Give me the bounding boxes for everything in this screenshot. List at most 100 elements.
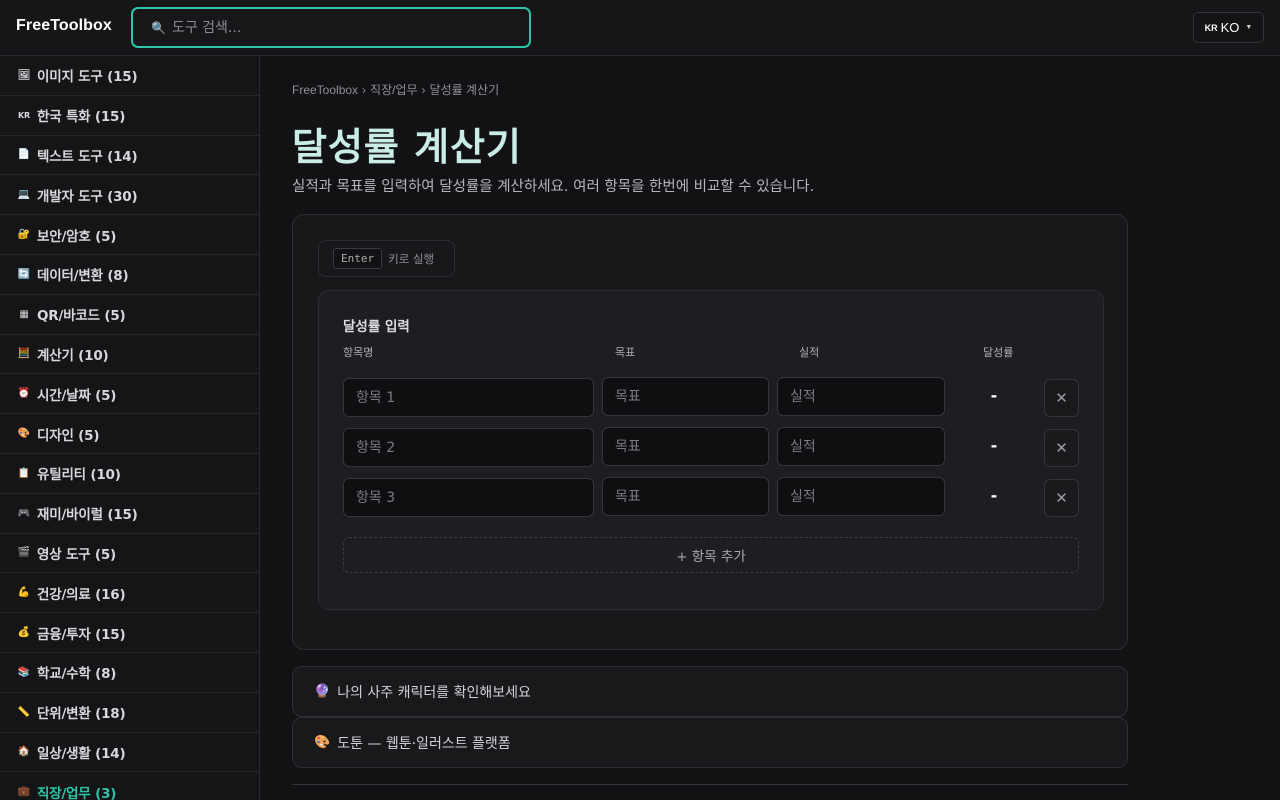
clipboard-icon: 📋 <box>17 467 31 479</box>
sidebar-item[interactable]: 💼 직장/업무 (3) <box>0 772 259 800</box>
target-input[interactable] <box>602 377 769 416</box>
calculator-icon: 🧮 <box>17 348 31 360</box>
add-row-button[interactable]: + 항목 추가 <box>343 537 1079 573</box>
moneybag-icon: 💰 <box>17 627 31 639</box>
sidebar-item[interactable]: 📋 유틸리티 (10) <box>0 454 259 494</box>
palette-icon: 🎨 <box>17 428 31 440</box>
image-icon: 🖼 <box>17 69 31 81</box>
divider <box>292 784 1128 785</box>
sidebar-item[interactable]: 🎬 영상 도구 (5) <box>0 534 259 574</box>
delete-row-button[interactable]: ✕ <box>1044 379 1079 417</box>
item-name-input[interactable] <box>343 478 594 517</box>
sidebar-item[interactable]: KR 한국 특화 (15) <box>0 96 259 136</box>
input-panel: 달성률 입력 항목명 목표 실적 달성률 - ✕ - ✕ - ✕ + 항목 추가 <box>318 290 1104 610</box>
language-selector[interactable]: KR KO ▼ <box>1193 12 1264 43</box>
column-header-rate: 달성률 <box>983 346 1014 359</box>
clock-icon: ⏰ <box>17 388 31 400</box>
sidebar-item-label: 계산기 (10) <box>37 347 109 364</box>
breadcrumb: FreeToolbox › 직장/업무 › 달성률 계산기 <box>292 81 499 98</box>
sidebar-item-label: 이미지 도구 (15) <box>37 69 138 86</box>
chevron-down-icon: ▼ <box>1245 24 1253 31</box>
sidebar-item[interactable]: 🖼 이미지 도구 (15) <box>0 56 259 96</box>
language-label: KO <box>1220 20 1240 35</box>
clapper-icon: 🎬 <box>17 547 31 559</box>
column-header-name: 항목명 <box>343 346 374 359</box>
kr-flag-icon: KR <box>1204 22 1218 33</box>
briefcase-icon: 💼 <box>17 786 31 798</box>
enter-key-hint: Enter 키로 실행 <box>318 240 455 277</box>
search-icon: 🔍 <box>151 20 166 35</box>
close-icon: ✕ <box>1055 439 1068 457</box>
sidebar-item[interactable]: 💻 개발자 도구 (30) <box>0 175 259 216</box>
sidebar-item[interactable]: 🏠 일상/생활 (14) <box>0 733 259 773</box>
sidebar-item[interactable]: 📄 텍스트 도구 (14) <box>0 136 259 176</box>
rate-value: - <box>990 436 998 455</box>
promo-banner-saju[interactable]: 🔮 나의 사주 캐릭터를 확인해보세요 <box>292 666 1128 717</box>
breadcrumb-home[interactable]: FreeToolbox <box>292 83 358 97</box>
page-description: 실적과 목표를 입력하여 달성률을 계산하세요. 여러 항목을 한번에 비교할 … <box>292 179 815 195</box>
item-name-input[interactable] <box>343 428 594 467</box>
sidebar-item[interactable]: 💪 건강/의료 (16) <box>0 573 259 614</box>
sidebar-item[interactable]: 📏 단위/변환 (18) <box>0 693 259 733</box>
sidebar-item-label: 보안/암호 (5) <box>37 228 117 245</box>
sidebar-item-label: 영상 도구 (5) <box>37 546 117 563</box>
category-sidebar: 🖼 이미지 도구 (15) KR 한국 특화 (15) 📄 텍스트 도구 (14) 💻 개발자… <box>0 56 260 800</box>
lock-icon: 🔐 <box>17 229 31 241</box>
promo-banner-dotoon[interactable]: 🎨 도툰 — 웹툰·일러스트 플랫폼 <box>292 717 1128 768</box>
actual-input[interactable] <box>777 377 945 416</box>
sidebar-item-label: 일상/생활 (14) <box>37 745 126 762</box>
sidebar-item-label: 학교/수학 (8) <box>37 666 117 683</box>
enter-hint-text: 키로 실행 <box>388 251 435 266</box>
sidebar-item-label: 단위/변환 (18) <box>37 706 126 723</box>
books-icon: 📚 <box>17 666 31 678</box>
sidebar-item-label: 디자인 (5) <box>37 427 100 444</box>
delete-row-button[interactable]: ✕ <box>1044 429 1079 467</box>
enter-key: Enter <box>333 248 383 269</box>
sidebar-item[interactable]: 🧮 계산기 (10) <box>0 335 259 375</box>
close-icon: ✕ <box>1055 389 1068 407</box>
breadcrumb-separator: › <box>421 83 426 97</box>
target-input[interactable] <box>602 427 769 466</box>
sidebar-item-label: 유틸리티 (10) <box>37 467 121 484</box>
sidebar-item[interactable]: ▦ QR/바코드 (5) <box>0 295 259 335</box>
sidebar-item-label: QR/바코드 (5) <box>37 308 126 325</box>
item-name-input[interactable] <box>343 378 594 417</box>
search-input[interactable] <box>171 19 502 36</box>
sidebar-item-label: 개발자 도구 (30) <box>37 188 138 205</box>
sidebar-item[interactable]: 💰 금융/투자 (15) <box>0 613 259 653</box>
sidebar-item[interactable]: 🎮 재미/바이럴 (15) <box>0 494 259 534</box>
ruler-icon: 📏 <box>17 706 31 718</box>
panel-title: 달성률 입력 <box>343 319 410 335</box>
sidebar-item-label: 시간/날짜 (5) <box>37 387 117 404</box>
actual-input[interactable] <box>777 477 945 516</box>
sidebar-item-label: 재미/바이럴 (15) <box>37 507 138 524</box>
refresh-icon: 🔄 <box>17 268 31 280</box>
document-icon: 📄 <box>17 149 31 161</box>
kr-flag-icon: KR <box>18 110 30 120</box>
sidebar-item-label: 데이터/변환 (8) <box>37 268 129 285</box>
sidebar-item[interactable]: ⏰ 시간/날짜 (5) <box>0 374 259 415</box>
fortune-teller-icon: 🔮 <box>314 684 331 699</box>
breadcrumb-category[interactable]: 직장/업무 <box>370 83 418 97</box>
breadcrumb-separator: › <box>362 83 367 97</box>
column-header-target: 목표 <box>615 346 636 359</box>
sidebar-item[interactable]: 🔐 보안/암호 (5) <box>0 215 259 255</box>
target-input[interactable] <box>602 477 769 516</box>
qr-icon: ▦ <box>19 308 29 320</box>
page-title: 달성률 계산기 <box>292 125 522 169</box>
site-logo[interactable]: FreeToolbox <box>16 17 112 35</box>
sidebar-item[interactable]: 📚 학교/수학 (8) <box>0 653 259 693</box>
sidebar-item-label: 건강/의료 (16) <box>37 586 126 603</box>
search-box[interactable]: 🔍 <box>131 7 531 48</box>
sidebar-item-label: 직장/업무 (3) <box>37 785 117 800</box>
laptop-icon: 💻 <box>17 189 31 201</box>
sidebar-item[interactable]: 🎨 디자인 (5) <box>0 414 259 454</box>
muscle-icon: 💪 <box>17 587 31 599</box>
rate-value: - <box>990 486 998 505</box>
banner-label: 도툰 — 웹툰·일러스트 플랫폼 <box>337 735 511 752</box>
actual-input[interactable] <box>777 427 945 466</box>
sidebar-item[interactable]: 🔄 데이터/변환 (8) <box>0 255 259 295</box>
column-header-actual: 실적 <box>799 346 820 359</box>
calculator-card: Enter 키로 실행 달성률 입력 항목명 목표 실적 달성률 - ✕ - ✕ <box>292 214 1128 650</box>
delete-row-button[interactable]: ✕ <box>1044 479 1079 517</box>
